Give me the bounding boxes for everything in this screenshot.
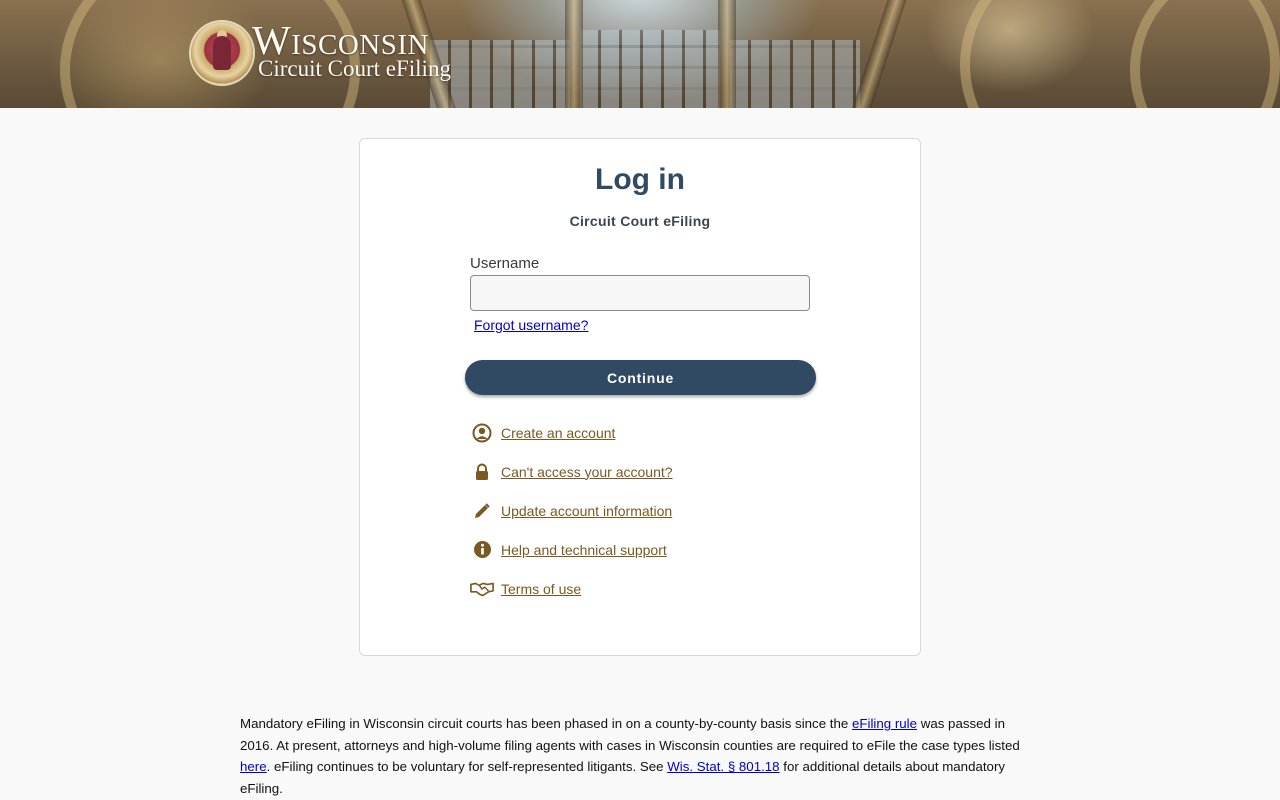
efiling-rule-link[interactable]: eFiling rule: [852, 716, 917, 731]
link-terms-of-use[interactable]: Terms of use: [470, 569, 673, 608]
logo-subtitle[interactable]: Circuit Court eFiling: [258, 57, 451, 80]
statute-link[interactable]: Wis. Stat. § 801.18: [667, 759, 779, 774]
notice-text: . eFiling continues to be voluntary for …: [266, 759, 668, 774]
terms-of-use-link[interactable]: Terms of use: [501, 581, 581, 597]
header-banner: Wisconsin Circuit Court eFiling: [0, 0, 1280, 108]
skylight-window: [730, 40, 860, 108]
page-title: Log in: [595, 163, 685, 196]
user-circle-icon: [470, 422, 494, 444]
continue-button[interactable]: Continue: [465, 360, 816, 395]
link-help-support[interactable]: Help and technical support: [470, 530, 673, 569]
username-label: Username: [470, 255, 540, 272]
dome-rib: [565, 0, 583, 108]
username-input[interactable]: [470, 275, 810, 311]
dome-arch: [1130, 0, 1280, 108]
info-icon: [470, 539, 494, 561]
lock-icon: [470, 461, 494, 483]
pencil-icon: [470, 500, 494, 522]
case-types-here-link[interactable]: here: [240, 759, 267, 774]
link-cant-access[interactable]: Can't access your account?: [470, 452, 673, 491]
logo-title[interactable]: Wisconsin: [252, 20, 429, 61]
login-card: Log in Circuit Court eFiling Username Fo…: [359, 138, 921, 656]
link-update-account[interactable]: Update account information: [470, 491, 673, 530]
help-support-link[interactable]: Help and technical support: [501, 542, 667, 558]
cant-access-link[interactable]: Can't access your account?: [501, 464, 673, 480]
mandatory-efiling-notice: Mandatory eFiling in Wisconsin circuit c…: [240, 713, 1040, 799]
handshake-icon: [470, 578, 494, 600]
account-links: Create an account Can't access your acco…: [470, 413, 673, 608]
page-subtitle: Circuit Court eFiling: [569, 213, 711, 229]
link-create-account[interactable]: Create an account: [470, 413, 673, 452]
dome-rib: [718, 0, 736, 108]
create-account-link[interactable]: Create an account: [501, 425, 615, 441]
notice-text: Mandatory eFiling in Wisconsin circuit c…: [240, 716, 852, 731]
forgot-username-link[interactable]: Forgot username?: [474, 317, 588, 333]
skylight-window: [580, 30, 720, 108]
court-seal-logo[interactable]: [191, 22, 253, 84]
update-account-link[interactable]: Update account information: [501, 503, 672, 519]
